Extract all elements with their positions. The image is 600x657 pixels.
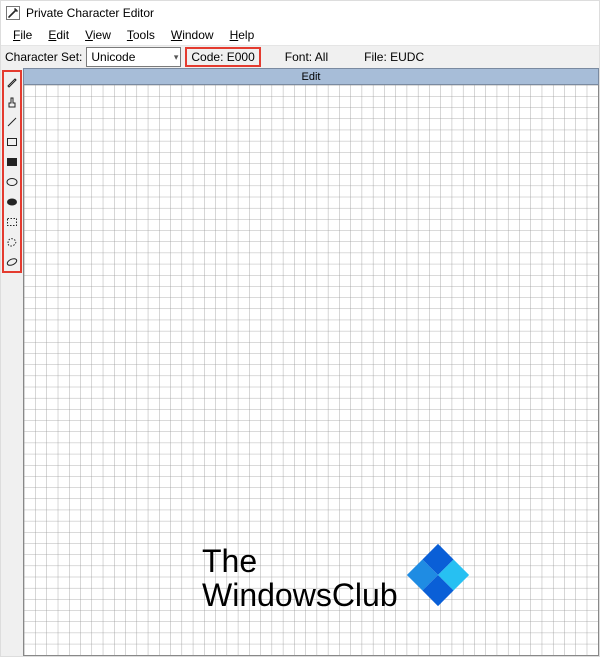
rect-outline-tool[interactable] (5, 133, 19, 150)
select-rect-icon (5, 215, 19, 229)
rect-outline-icon (5, 135, 19, 149)
rect-filled-icon (5, 155, 19, 169)
chevron-down-icon: ▾ (174, 52, 179, 63)
line-tool[interactable] (5, 113, 19, 130)
menubar: File Edit View Tools Window Help (1, 25, 599, 45)
rect-filled-tool[interactable] (5, 153, 19, 170)
brush-tool[interactable] (5, 93, 19, 110)
menu-tools[interactable]: Tools (119, 26, 163, 44)
pencil-tool[interactable] (5, 73, 19, 90)
menu-edit[interactable]: Edit (40, 26, 77, 44)
code-label: Code: E000 (191, 50, 254, 64)
line-icon (5, 115, 19, 129)
charset-label: Character Set: (1, 50, 86, 64)
infobar: Character Set: Unicode ▾ Code: E000 Font… (1, 46, 599, 68)
app-window: Private Character Editor File Edit View … (0, 0, 600, 657)
menu-help[interactable]: Help (222, 26, 263, 44)
pencil-icon (5, 75, 19, 89)
titlebar: Private Character Editor (1, 1, 599, 25)
window-title: Private Character Editor (26, 6, 154, 20)
select-free-tool[interactable] (5, 233, 19, 250)
canvas-header-label: Edit (302, 71, 321, 83)
app-icon (5, 5, 21, 21)
ellipse-filled-tool[interactable] (5, 193, 19, 210)
charset-value: Unicode (91, 50, 135, 64)
grid-lines (24, 85, 598, 655)
toolbox (2, 70, 22, 273)
tool-column (1, 68, 23, 656)
code-box: Code: E000 (185, 47, 260, 67)
select-free-icon (5, 235, 19, 249)
eraser-tool[interactable] (5, 253, 19, 270)
canvas-header[interactable]: Edit (23, 68, 599, 85)
canvas-wrap: Edit The WindowsClub (23, 68, 599, 656)
menu-view[interactable]: View (77, 26, 119, 44)
file-label: File: EUDC (360, 50, 428, 64)
ellipse-outline-tool[interactable] (5, 173, 19, 190)
eraser-icon (5, 255, 19, 269)
menu-window[interactable]: Window (163, 26, 222, 44)
workspace: Edit The WindowsClub (1, 68, 599, 656)
brush-icon (5, 95, 19, 109)
select-rect-tool[interactable] (5, 213, 19, 230)
edit-grid[interactable]: The WindowsClub (23, 85, 599, 656)
menu-file[interactable]: File (5, 26, 40, 44)
font-label: Font: All (281, 50, 332, 64)
charset-dropdown[interactable]: Unicode ▾ (86, 47, 181, 67)
ellipse-outline-icon (5, 175, 19, 189)
ellipse-filled-icon (5, 195, 19, 209)
